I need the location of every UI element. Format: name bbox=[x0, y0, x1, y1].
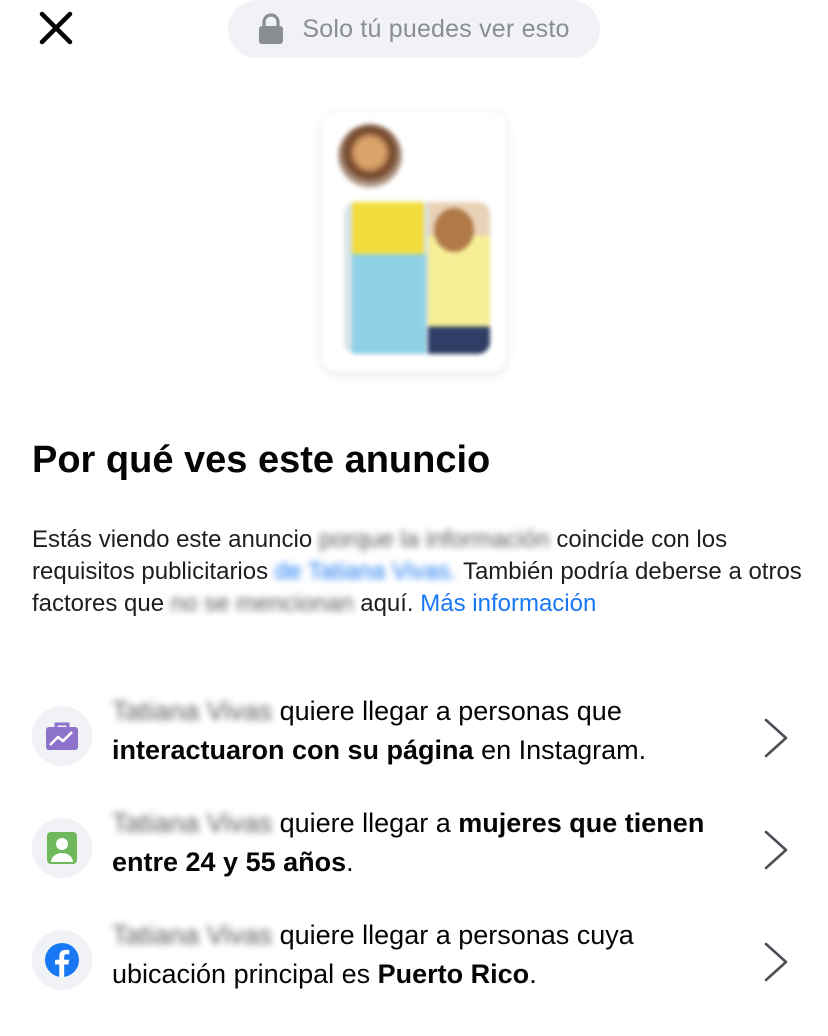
reason-item-demographics[interactable]: Tatiana Vivas quiere llegar a mujeres qu… bbox=[0, 804, 828, 896]
reason-text: Tatiana Vivas quiere llegar a personas c… bbox=[112, 920, 634, 989]
advertiser-name: Tatiana Vivas bbox=[112, 920, 273, 950]
privacy-label: Solo tú puedes ver esto bbox=[302, 14, 570, 43]
page-title: Por qué ves este anuncio bbox=[32, 439, 491, 481]
more-info-link[interactable]: Más información bbox=[420, 590, 596, 617]
reason-item-engagement[interactable]: Tatiana Vivas quiere llegar a personas q… bbox=[0, 692, 828, 784]
reason-item-location[interactable]: Tatiana Vivas quiere llegar a personas c… bbox=[0, 916, 828, 1008]
chevron-right-icon bbox=[762, 828, 790, 872]
ad-explanation-text: Estás viendo este anuncio porque la info… bbox=[32, 526, 802, 617]
advertiser-link[interactable]: de Tatiana Vivas. bbox=[275, 558, 457, 585]
lock-icon bbox=[258, 13, 284, 45]
ad-preview-thumbnail bbox=[322, 112, 506, 372]
engagement-briefcase-icon bbox=[32, 706, 92, 766]
close-icon bbox=[39, 11, 73, 45]
facebook-icon bbox=[32, 930, 92, 990]
privacy-indicator: Solo tú puedes ver esto bbox=[228, 0, 600, 58]
chevron-right-icon bbox=[762, 716, 790, 760]
chevron-right-icon bbox=[762, 940, 790, 984]
redacted-text: no se mencionan bbox=[170, 590, 354, 617]
advertiser-avatar bbox=[338, 124, 402, 188]
reason-text: Tatiana Vivas quiere llegar a personas q… bbox=[112, 696, 647, 765]
person-profile-icon bbox=[32, 818, 92, 878]
ad-creative-image bbox=[344, 202, 490, 354]
close-button[interactable] bbox=[36, 8, 76, 48]
advertiser-name: Tatiana Vivas bbox=[112, 808, 273, 838]
redacted-text: porque la información bbox=[318, 526, 550, 553]
advertiser-name: Tatiana Vivas bbox=[112, 696, 273, 726]
reason-text: Tatiana Vivas quiere llegar a mujeres qu… bbox=[112, 808, 705, 877]
